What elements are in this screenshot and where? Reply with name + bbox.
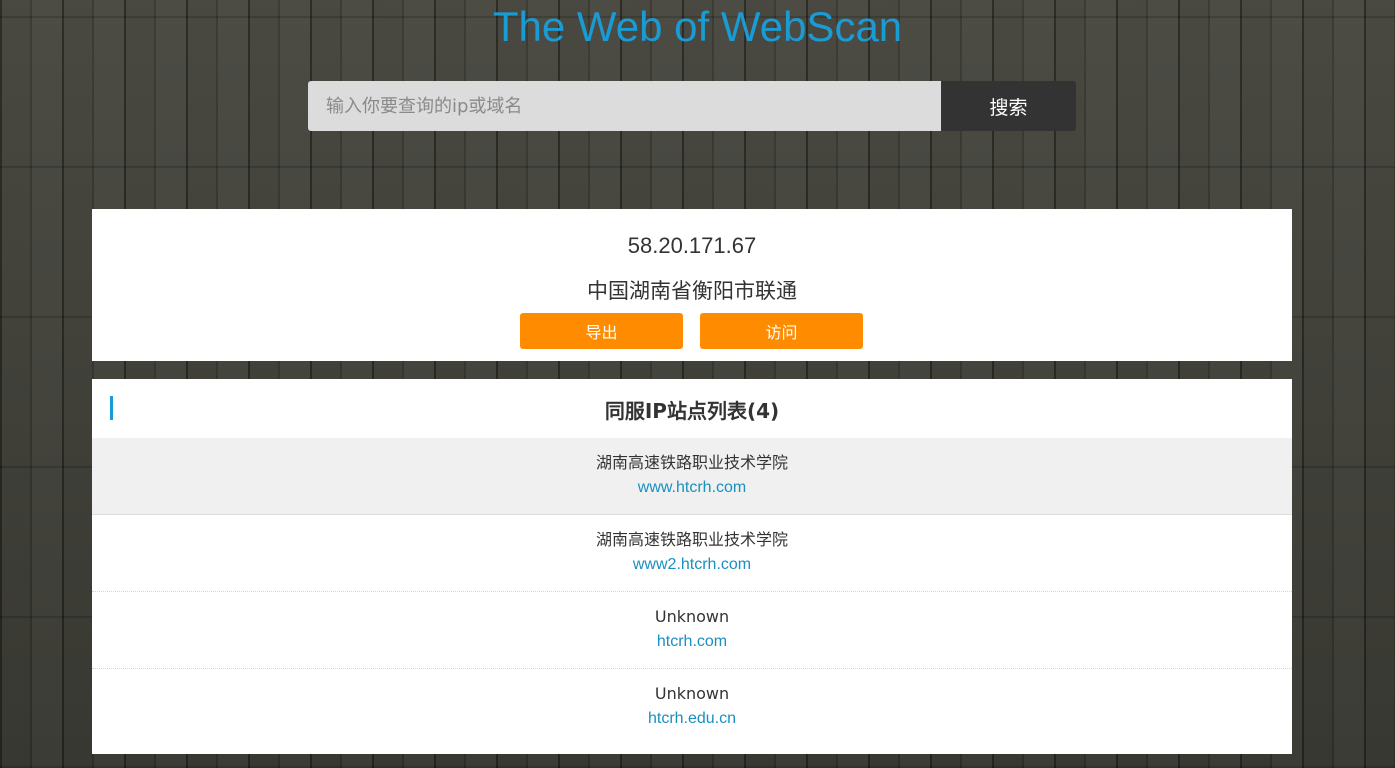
site-domain-link[interactable]: htcrh.edu.cn: [648, 709, 736, 729]
site-name: 湖南高速铁路职业技术学院: [595, 453, 788, 472]
site-domain-link[interactable]: htcrh.com: [657, 632, 727, 652]
site-name: 湖南高速铁路职业技术学院: [595, 530, 788, 549]
ip-address: 58.20.171.67: [627, 233, 757, 258]
site-row: Unknown htcrh.com: [92, 592, 1292, 669]
site-list-header: 同服IP站点列表(4): [92, 379, 1292, 438]
site-name: Unknown: [654, 607, 730, 626]
search-button[interactable]: 搜索: [941, 81, 1076, 131]
page-title: The Web of WebScan: [492, 3, 903, 50]
visit-button[interactable]: 访问: [700, 313, 863, 349]
ip-info-card: 58.20.171.67 中国湖南省衡阳市联通 导出 访问: [92, 209, 1292, 361]
site-list-card: 同服IP站点列表(4) 湖南高速铁路职业技术学院 www.htcrh.com 湖…: [92, 379, 1292, 754]
search-input[interactable]: [308, 81, 941, 131]
site-domain-link[interactable]: www.htcrh.com: [638, 478, 746, 498]
site-domain-link[interactable]: www2.htcrh.com: [633, 555, 751, 575]
search-bar: 搜索: [308, 81, 1076, 131]
ip-location: 中国湖南省衡阳市联通: [587, 279, 797, 303]
site-name: Unknown: [654, 684, 730, 703]
site-row: 湖南高速铁路职业技术学院 www.htcrh.com: [92, 438, 1292, 515]
site-list-title: 同服IP站点列表(4): [604, 399, 780, 423]
site-row: 湖南高速铁路职业技术学院 www2.htcrh.com: [92, 515, 1292, 592]
site-row: Unknown htcrh.edu.cn: [92, 669, 1292, 746]
accent-bar: [110, 396, 113, 420]
export-button[interactable]: 导出: [520, 313, 683, 349]
